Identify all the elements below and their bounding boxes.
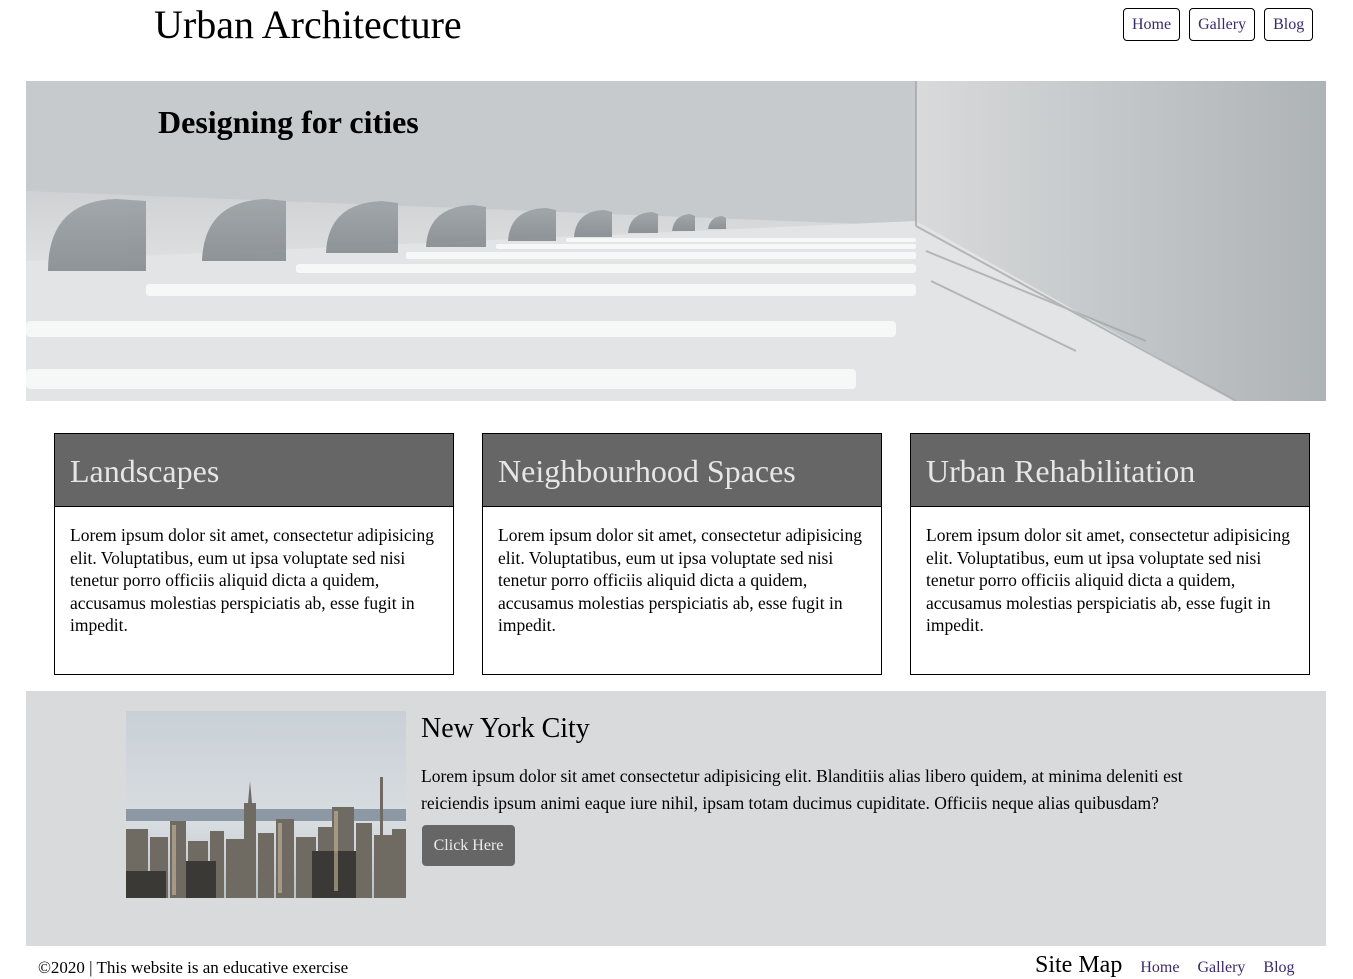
card-title: Urban Rehabilitation bbox=[911, 434, 1309, 507]
card-neighbourhood-spaces: Neighbourhood Spaces Lorem ipsum dolor s… bbox=[482, 433, 882, 675]
feature-text: Lorem ipsum dolor sit amet consectetur a… bbox=[421, 766, 1183, 813]
feature-section: New York City Lorem ipsum dolor sit amet… bbox=[26, 691, 1326, 946]
sitemap-link-blog[interactable]: Blog bbox=[1263, 959, 1294, 976]
footer-copyright: ©2020 | This website is an educative exe… bbox=[38, 958, 349, 977]
card-title: Neighbourhood Spaces bbox=[483, 434, 881, 507]
card-landscapes: Landscapes Lorem ipsum dolor sit amet, c… bbox=[54, 433, 454, 675]
feature-title: New York City bbox=[421, 713, 590, 744]
nav-gallery-button[interactable]: Gallery bbox=[1189, 8, 1256, 41]
main-nav: Home Gallery Blog bbox=[1123, 8, 1314, 41]
sitemap-title: Site Map bbox=[1035, 952, 1123, 978]
click-here-button[interactable]: Click Here bbox=[422, 825, 515, 866]
new-york-skyline-image bbox=[126, 711, 406, 898]
site-title: Urban Architecture bbox=[154, 2, 462, 47]
card-urban-rehabilitation: Urban Rehabilitation Lorem ipsum dolor s… bbox=[910, 433, 1310, 675]
card-title: Landscapes bbox=[55, 434, 453, 507]
card-text: Lorem ipsum dolor sit amet, consectetur … bbox=[70, 525, 435, 635]
hero-title: Designing for cities bbox=[158, 104, 419, 140]
card-text: Lorem ipsum dolor sit amet, consectetur … bbox=[926, 525, 1291, 635]
nav-blog-button[interactable]: Blog bbox=[1264, 8, 1314, 41]
card-text: Lorem ipsum dolor sit amet, consectetur … bbox=[498, 525, 863, 635]
hero-banner: Designing for cities bbox=[26, 81, 1326, 401]
nav-home-button[interactable]: Home bbox=[1123, 8, 1181, 41]
sitemap-link-home[interactable]: Home bbox=[1140, 959, 1179, 976]
sitemap-link-gallery[interactable]: Gallery bbox=[1197, 959, 1245, 976]
